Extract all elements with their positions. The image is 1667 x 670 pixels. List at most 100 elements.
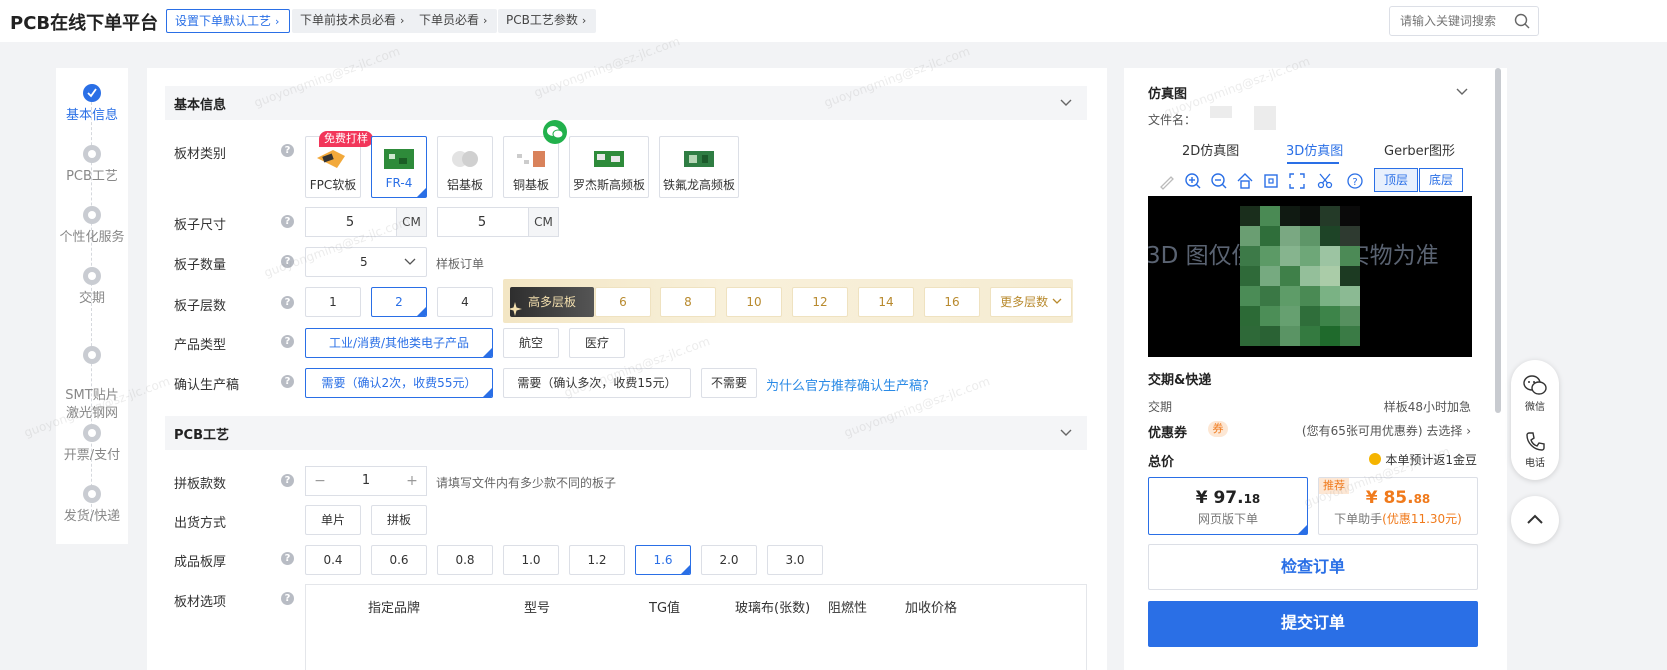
help-icon[interactable]: ?: [281, 144, 294, 157]
confirm-option[interactable]: 需要（确认多次，收费15元）: [503, 368, 691, 398]
submit-order-button[interactable]: 提交订单: [1148, 601, 1478, 647]
help-icon[interactable]: ?: [281, 592, 294, 605]
material-label: 铝基板: [446, 178, 483, 192]
confirm-option[interactable]: 不需要: [701, 368, 757, 398]
why-confirm-link[interactable]: 为什么官方推荐确认生产稿?: [766, 375, 929, 394]
layer-option[interactable]: 2: [371, 287, 427, 317]
help-icon[interactable]: ?: [281, 474, 294, 487]
step-invoice-pay[interactable]: 开票/支付: [56, 424, 128, 465]
pcb-params-link[interactable]: PCB工艺参数 ›: [498, 9, 597, 33]
back-to-top-button[interactable]: [1511, 496, 1559, 544]
zoom-out-icon[interactable]: [1210, 172, 1228, 190]
layer-option[interactable]: 10: [726, 287, 782, 317]
fit-icon[interactable]: [1262, 172, 1280, 190]
step-shipping[interactable]: 发货/快递: [56, 485, 128, 526]
ship-option[interactable]: 单片: [305, 505, 361, 535]
help-icon[interactable]: ?: [281, 215, 294, 228]
ship-option[interactable]: 拼板: [371, 505, 427, 535]
plus-button[interactable]: +: [398, 467, 426, 495]
more-layers-dropdown[interactable]: 更多层数: [990, 287, 1072, 317]
fullscreen-icon[interactable]: [1288, 172, 1306, 190]
step-smt-stencil[interactable]: SMT贴片 激光钢网: [56, 328, 128, 423]
file-name-label: 文件名：: [1148, 113, 1197, 127]
help-icon[interactable]: ?: [281, 255, 294, 268]
product-type-option[interactable]: 工业/消费/其他类电子产品: [305, 328, 493, 358]
thickness-option[interactable]: 0.6: [371, 545, 427, 575]
help-icon[interactable]: ?: [281, 335, 294, 348]
zoom-in-icon[interactable]: [1184, 172, 1202, 190]
tab-3d-preview[interactable]: 3D仿真图: [1286, 140, 1343, 159]
step-label: 个性化服务: [59, 230, 125, 245]
product-type-option[interactable]: 航空: [503, 328, 559, 358]
chevron-right-icon: ›: [1466, 424, 1471, 438]
step-custom-service[interactable]: 个性化服务: [56, 206, 128, 247]
top-layer-button[interactable]: 顶层: [1374, 168, 1418, 192]
size-width-input[interactable]: [306, 208, 394, 236]
layer-option[interactable]: 1: [305, 287, 361, 317]
thickness-option[interactable]: 1.0: [503, 545, 559, 575]
thickness-option[interactable]: 2.0: [701, 545, 757, 575]
order-staff-must-read-link[interactable]: 下单员必看 ›: [411, 9, 498, 33]
home-icon[interactable]: [1236, 172, 1254, 190]
phone-contact[interactable]: 电话: [1511, 430, 1559, 469]
section-craft-header[interactable]: PCB工艺: [165, 416, 1087, 450]
tab-2d-preview[interactable]: 2D仿真图: [1182, 140, 1239, 159]
step-basic-info[interactable]: 基本信息: [56, 84, 128, 125]
help-icon[interactable]: ?: [281, 375, 294, 388]
step-label: PCB工艺: [66, 169, 118, 184]
material-rogers[interactable]: 罗杰斯高频板: [569, 136, 649, 198]
bottom-layer-button[interactable]: 底层: [1419, 168, 1463, 192]
confirm-option[interactable]: 需要（确认2次，收费55元）: [305, 368, 493, 398]
wechat-contact[interactable]: 微信: [1511, 374, 1559, 413]
layer-option[interactable]: 16: [924, 287, 980, 317]
thickness-option[interactable]: 0.4: [305, 545, 361, 575]
3d-preview-canvas[interactable]: 3D 图仅供参考，以实物为准: [1148, 196, 1472, 357]
thickness-option[interactable]: 1.2: [569, 545, 625, 575]
help-icon[interactable]: ?: [1346, 172, 1364, 190]
material-copper[interactable]: 铜基板: [503, 136, 559, 198]
layer-option[interactable]: 12: [792, 287, 848, 317]
step-delivery-time[interactable]: 交期: [56, 267, 128, 308]
tech-must-read-link[interactable]: 下单前技术员必看 ›: [292, 9, 415, 33]
set-default-craft-link[interactable]: 设置下单默认工艺 ›: [166, 9, 291, 33]
copper-board-icon: [517, 151, 545, 167]
step-pcb-craft[interactable]: PCB工艺: [56, 145, 128, 186]
table-header: TG值: [649, 601, 681, 616]
price-option-web[interactable]: ¥ 97.18 网页版下单: [1148, 477, 1308, 535]
panel-count-value[interactable]: 1: [336, 473, 396, 488]
qty-select[interactable]: 5: [305, 247, 427, 277]
search-icon[interactable]: [1514, 13, 1530, 29]
material-aluminum[interactable]: 铝基板: [437, 136, 493, 198]
wechat-icon[interactable]: [543, 120, 567, 144]
thickness-option[interactable]: 0.8: [437, 545, 493, 575]
layer-option[interactable]: 8: [660, 287, 716, 317]
layer-option[interactable]: 14: [858, 287, 914, 317]
help-icon[interactable]: ?: [281, 296, 294, 309]
material-fr4[interactable]: FR-4: [371, 136, 427, 198]
site-logo[interactable]: PCB在线下单平台: [10, 9, 158, 35]
layer-option[interactable]: 6: [595, 287, 651, 317]
help-icon[interactable]: ?: [281, 552, 294, 565]
chevron-down-icon[interactable]: [1059, 96, 1073, 110]
minus-button[interactable]: −: [306, 467, 334, 495]
chevron-down-icon[interactable]: [1059, 426, 1073, 440]
scissors-icon[interactable]: [1316, 172, 1334, 190]
search-input[interactable]: [1390, 7, 1508, 35]
thickness-option[interactable]: 1.6: [635, 545, 691, 575]
size-height-input[interactable]: [438, 208, 526, 236]
price-option-helper[interactable]: 推荐 ¥ 85.88 下单助手(优惠11.30元): [1318, 477, 1478, 535]
product-type-option[interactable]: 医疗: [569, 328, 625, 358]
pen-icon[interactable]: [1158, 172, 1176, 190]
free-sample-badge: 免费打样: [319, 131, 373, 147]
check-order-button[interactable]: 检查订单: [1148, 544, 1478, 590]
unit-label: CM: [396, 208, 426, 236]
chevron-down-icon[interactable]: [1455, 85, 1469, 99]
price-cents: 18: [1243, 492, 1261, 506]
summary-scrollbar[interactable]: [1495, 68, 1501, 413]
section-basic-header[interactable]: 基本信息: [165, 86, 1087, 120]
tab-gerber[interactable]: Gerber图形: [1384, 140, 1455, 159]
thickness-option[interactable]: 3.0: [767, 545, 823, 575]
layer-option[interactable]: 4: [437, 287, 493, 317]
material-teflon[interactable]: 铁氟龙高频板: [659, 136, 739, 198]
coupon-select-link[interactable]: (您有65张可用优惠券) 去选择 ›: [1302, 422, 1471, 439]
